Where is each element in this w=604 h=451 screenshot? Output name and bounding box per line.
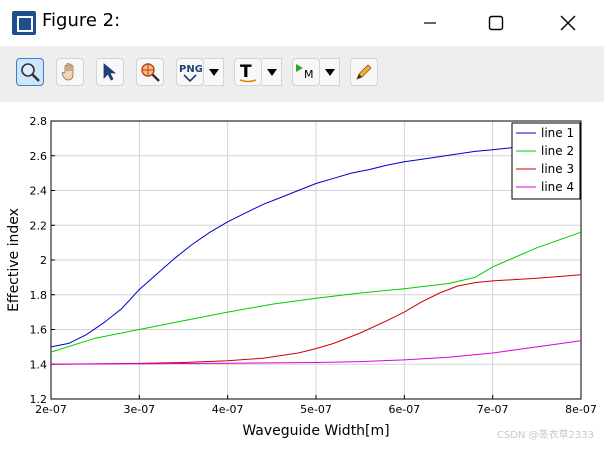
marker-label: M [304, 68, 314, 81]
line-chart[interactable]: 2e-07 3e-07 4e-07 5e-07 6e-07 7e-07 8e-071.21.… [0, 102, 604, 447]
minimize-icon [424, 22, 436, 24]
x-tick-label: 6e-07 [388, 403, 420, 416]
window-title: Figure 2: [42, 10, 121, 31]
legend-label: line 2 [541, 144, 574, 158]
y-tick-label: 1.2 [30, 393, 48, 406]
text-dropdown-button[interactable] [262, 58, 282, 86]
zoom-region-button[interactable] [136, 58, 164, 86]
chevron-down-icon [208, 68, 219, 76]
x-tick-label: 3e-07 [123, 403, 155, 416]
minimize-button[interactable] [408, 0, 452, 46]
y-tick-label: 2.8 [30, 115, 48, 128]
png-icon: PNG [179, 64, 202, 83]
chevron-down-icon [324, 68, 335, 76]
watermark: CSDN @蒸衣草2333 [496, 430, 594, 441]
pan-button[interactable] [56, 58, 84, 86]
toolbar: PNG T M [0, 46, 604, 102]
magnifier-icon [21, 63, 40, 82]
y-tick-label: 1.6 [30, 324, 48, 337]
y-tick-label: 2.4 [30, 185, 48, 198]
plot-area: 2e-07 3e-07 4e-07 5e-07 6e-07 7e-07 8e-07 1.2 1.… [0, 102, 604, 447]
y-tick-label: 2 [40, 254, 47, 267]
pencil-icon [356, 64, 372, 80]
y-tick-label: 1.4 [30, 358, 48, 371]
text-t-icon: T [239, 62, 257, 83]
marker-dropdown-button[interactable] [320, 58, 340, 86]
marker-icon: M [296, 64, 314, 81]
chart-grid [50, 120, 582, 400]
png-dropdown-button[interactable] [204, 58, 224, 86]
x-tick-label: 7e-07 [477, 403, 509, 416]
app-icon [12, 11, 36, 35]
text-button[interactable]: T [234, 58, 262, 86]
x-axis-label: Waveguide Width[m] [242, 423, 389, 439]
x-tick-label: 4e-07 [212, 403, 244, 416]
legend-label: line 3 [541, 162, 574, 176]
edit-button[interactable] [350, 58, 378, 86]
maximize-icon [488, 15, 504, 31]
y-axis-label: Effective index [6, 208, 22, 312]
title-bar: Figure 2: [0, 0, 604, 46]
png-export-button[interactable]: PNG [176, 58, 204, 86]
y-tick-label: 2.2 [30, 219, 48, 232]
hand-icon [61, 63, 74, 81]
y-tick-label: 2.6 [30, 150, 48, 163]
zoom-button[interactable] [16, 58, 44, 86]
legend-label: line 4 [541, 180, 574, 194]
png-label: PNG [179, 64, 202, 75]
maximize-button[interactable] [474, 0, 518, 46]
y-tick-label: 1.8 [30, 289, 48, 302]
text-label: T [240, 62, 252, 82]
zoom-target-icon [141, 63, 160, 82]
legend-label: line 1 [541, 126, 574, 140]
close-button[interactable] [546, 0, 590, 46]
select-button[interactable] [96, 58, 124, 86]
chevron-down-icon [266, 68, 277, 76]
marker-button[interactable]: M [292, 58, 320, 86]
close-icon [560, 15, 576, 31]
arrow-cursor-icon [103, 63, 117, 81]
chart-legend: line 1 line 2 line 3 line 4 [511, 122, 581, 200]
x-tick-label: 8e-07 [565, 403, 597, 416]
x-tick-label: 5e-07 [300, 403, 332, 416]
series-line-1 [50, 146, 529, 348]
